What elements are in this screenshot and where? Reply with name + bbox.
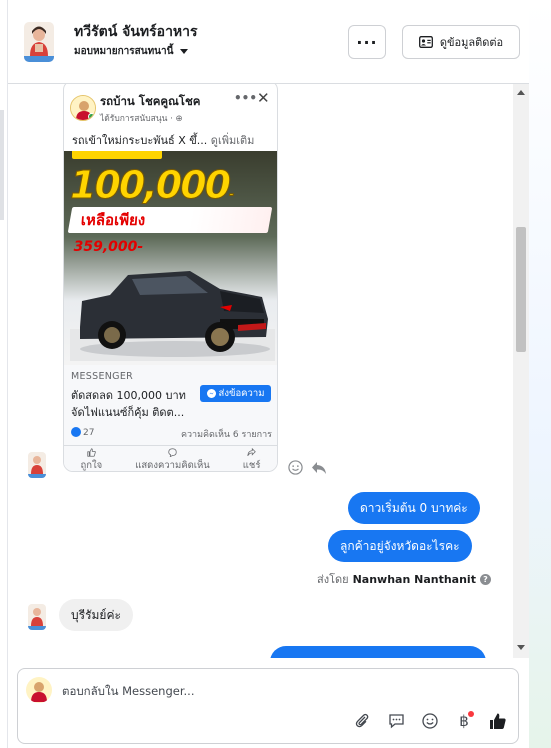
ad-page-name[interactable]: รถบ้าน โชคคูณโชค bbox=[100, 93, 200, 111]
contact-avatar[interactable] bbox=[24, 22, 54, 62]
sent-by-prefix: ส่งโดย bbox=[317, 573, 349, 586]
baht-icon[interactable]: ฿ bbox=[454, 711, 474, 731]
thumbs-up-icon[interactable] bbox=[488, 711, 508, 731]
contact-avatar-small[interactable] bbox=[28, 452, 46, 478]
agent-avatar-image bbox=[26, 677, 52, 703]
ad-comment-label: แสดงความคิดเห็น bbox=[135, 460, 210, 471]
ad-sponsored-label: ได้รับการสนับสนุน · ⊕ bbox=[100, 114, 183, 124]
right-edge bbox=[529, 0, 551, 748]
pickup-truck-image bbox=[70, 271, 275, 361]
ad-comment-count[interactable]: ความคิดเห็น 6 รายการ bbox=[181, 427, 272, 441]
close-icon[interactable]: ✕ bbox=[257, 89, 270, 107]
send-message-button[interactable]: ส่งข้อความ bbox=[200, 385, 271, 402]
thread-scrollbar[interactable] bbox=[513, 84, 529, 658]
ad-text: รถเข้าใหม่กระบะพันธ์ X ขึ้... ดูเพิ่มเติ… bbox=[72, 131, 254, 149]
like-icon bbox=[71, 427, 81, 437]
scroll-down-icon[interactable] bbox=[517, 645, 525, 650]
ad-link-section: MESSENGER ตัดสดลด 100,000 บาท จัดไฟแนนซ์… bbox=[64, 365, 277, 471]
outgoing-message[interactable]: ลูกค้าอยู่จังหวัดอะไรคะ bbox=[328, 530, 472, 562]
ad-promo-banner bbox=[72, 151, 162, 159]
ad-link-subtitle: จัดไฟแนนซ์ก็คุ้ม ติดต... bbox=[71, 406, 185, 419]
attach-icon[interactable] bbox=[352, 711, 372, 731]
ad-like-button[interactable]: ถูกใจ bbox=[80, 446, 103, 471]
ad-page-avatar[interactable] bbox=[70, 95, 96, 121]
ad-share-label: แชร์ bbox=[242, 460, 261, 471]
reply-input[interactable]: ตอบกลับใน Messenger... bbox=[62, 683, 194, 701]
contact-name: ทวีรัตน์ จันทร์อาหาร bbox=[74, 24, 198, 40]
like-icon bbox=[87, 448, 96, 457]
contact-avatar-small-image bbox=[28, 604, 46, 630]
sent-by-label: ส่งโดย Nanwhan Nanthanit ? bbox=[317, 570, 491, 588]
ad-link-title[interactable]: ตัดสดลด 100,000 บาท bbox=[71, 386, 186, 404]
see-more-link[interactable]: ดูเพิ่มเติม bbox=[211, 134, 255, 147]
contact-avatar-image bbox=[24, 22, 54, 62]
assign-conversation-dropdown[interactable]: มอบหมายการสนทนานี้ bbox=[74, 44, 189, 59]
shared-ad-card[interactable]: รถบ้าน โชคคูณโชค ได้รับการสนับสนุน · ⊕ •… bbox=[63, 84, 278, 472]
sent-by-name: Nanwhan Nanthanit bbox=[352, 572, 476, 586]
ad-source-label: MESSENGER bbox=[71, 371, 134, 382]
contact-card-icon bbox=[418, 36, 433, 48]
composer-area: ตอบกลับใน Messenger... ฿ bbox=[8, 658, 529, 748]
saved-reply-icon[interactable] bbox=[386, 711, 406, 731]
ad-text-body: รถเข้าใหม่กระบะพันธ์ X ขึ้... bbox=[72, 134, 208, 147]
dots-icon: ··· bbox=[356, 32, 378, 52]
composer-tools: ฿ bbox=[352, 711, 508, 731]
incoming-message[interactable]: บุรีรัมย์ค่ะ bbox=[59, 599, 133, 631]
agent-avatar bbox=[26, 677, 52, 703]
message-thread[interactable]: รถบ้าน โชคคูณโชค ได้รับการสนับสนุน · ⊕ •… bbox=[8, 84, 529, 658]
view-contact-label: ดูข้อมูลติดต่อ bbox=[439, 36, 504, 49]
left-scroll-strip bbox=[0, 110, 4, 220]
ad-header: รถบ้าน โชคคูณโชค ได้รับการสนับสนุน · ⊕ •… bbox=[64, 84, 277, 151]
messenger-icon bbox=[206, 389, 216, 398]
view-contact-button[interactable]: ดูข้อมูลติดต่อ bbox=[402, 25, 520, 59]
outgoing-message-partial[interactable] bbox=[270, 646, 486, 658]
online-indicator bbox=[88, 113, 95, 120]
reply-icon[interactable] bbox=[311, 461, 327, 475]
emoji-icon[interactable] bbox=[420, 711, 440, 731]
ad-promo-amount: 100,000- bbox=[69, 163, 234, 208]
ad-like-label: ถูกใจ bbox=[80, 460, 103, 471]
assign-label: มอบหมายการสนทนานี้ bbox=[74, 46, 174, 57]
ad-promo-price: เหลือเพียง 359,000- bbox=[67, 207, 273, 255]
more-options-button[interactable]: ··· bbox=[348, 25, 386, 59]
contact-avatar-small-image bbox=[28, 452, 46, 478]
ad-like-count[interactable]: 27 bbox=[83, 428, 94, 438]
outgoing-message[interactable]: ดาวเริ่มต้น 0 บาทค่ะ bbox=[348, 492, 480, 524]
reply-composer[interactable]: ตอบกลับใน Messenger... ฿ bbox=[17, 668, 519, 744]
contact-avatar-small[interactable] bbox=[28, 604, 46, 630]
ad-image[interactable]: 100,000- เหลือเพียง 359,000- bbox=[64, 151, 277, 365]
ad-stats: 27 ความคิดเห็น 6 รายการ bbox=[71, 427, 272, 441]
send-message-label: ส่งข้อความ bbox=[218, 388, 265, 399]
ad-options-dots-icon[interactable]: ••• bbox=[234, 91, 257, 105]
scroll-thumb[interactable] bbox=[516, 227, 526, 352]
message-actions bbox=[288, 460, 327, 475]
notification-dot bbox=[468, 711, 474, 717]
emoji-icon[interactable] bbox=[288, 460, 303, 475]
comment-icon bbox=[168, 448, 177, 457]
caret-down-icon bbox=[180, 49, 189, 54]
conversation-header: ทวีรัตน์ จันทร์อาหาร มอบหมายการสนทนานี้ … bbox=[8, 0, 529, 84]
left-edge bbox=[0, 0, 8, 748]
info-icon[interactable]: ? bbox=[479, 573, 491, 585]
ad-share-button[interactable]: แชร์ bbox=[242, 446, 261, 471]
share-icon bbox=[247, 448, 256, 457]
scroll-up-icon[interactable] bbox=[517, 90, 525, 95]
ad-comment-button[interactable]: แสดงความคิดเห็น bbox=[135, 446, 210, 471]
ad-actions: ถูกใจ แสดงความคิดเห็น แชร์ bbox=[64, 445, 277, 471]
